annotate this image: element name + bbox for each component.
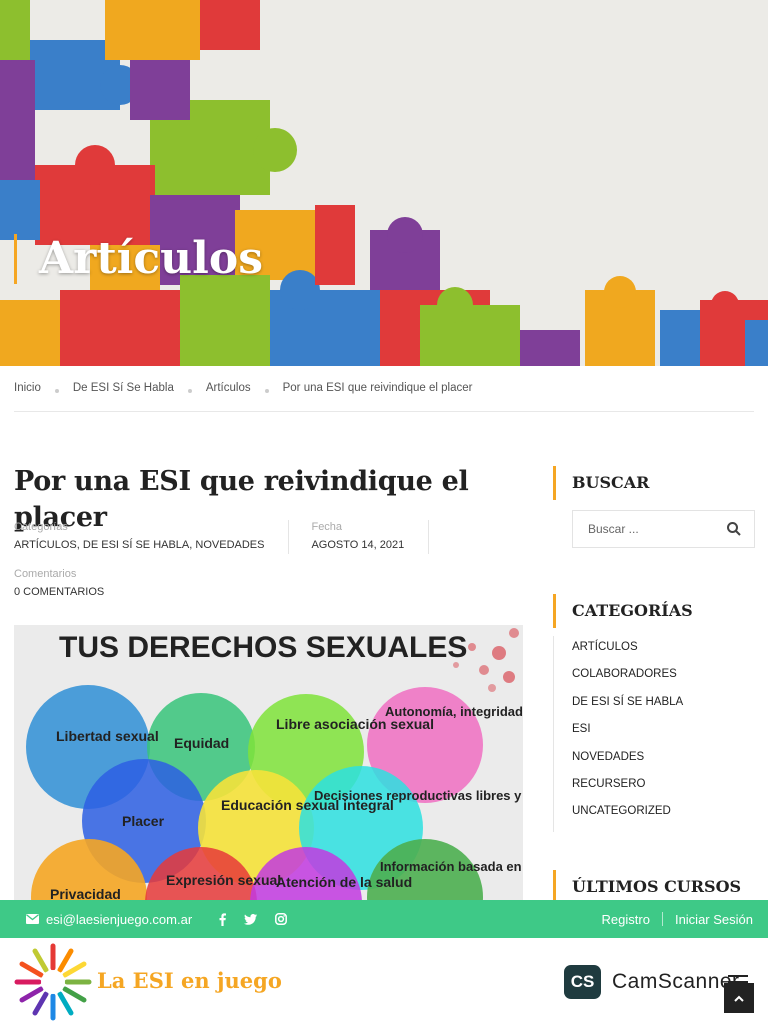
breadcrumb-separator (187, 389, 192, 393)
category-item[interactable]: RECURSERO (572, 773, 755, 800)
meta-categories-label: Categorías (14, 521, 68, 533)
instagram-icon[interactable] (275, 913, 288, 925)
site-logo[interactable] (14, 943, 92, 1021)
camscanner-text: CamScanner (612, 970, 740, 993)
page-hero: Artículos (0, 0, 768, 366)
breadcrumb: Inicio De ESI Sí Se Habla Artículos Por … (14, 380, 754, 412)
bubble-label: Expresión sexual (166, 872, 281, 888)
contact-bar: esi@laesienjuego.com.ar Registro Iniciar… (0, 900, 768, 938)
category-item[interactable]: ARTÍCULOS (572, 636, 755, 663)
category-link[interactable]: ARTÍCULOS (14, 539, 77, 551)
twitter-icon[interactable] (244, 913, 258, 925)
meta-date: Fecha AGOSTO 14, 2021 (289, 520, 430, 554)
category-link[interactable]: NOVEDADES (195, 539, 264, 551)
bubble-label: Equidad (174, 735, 229, 751)
bubble-label: Privacidad (50, 886, 121, 900)
meta-date-value: AGOSTO 14, 2021 (311, 539, 405, 551)
category-item[interactable]: ESI (572, 718, 755, 745)
categories-widget-title: CATEGORÍAS (553, 594, 755, 628)
courses-widget: ÚLTIMOS CURSOS (553, 870, 755, 904)
category-item[interactable]: NOVEDADES (572, 746, 755, 773)
page-title: Artículos (39, 233, 263, 284)
bubble-label: Autonomía, integridad y seguridad del pr… (385, 704, 523, 719)
courses-widget-title: ÚLTIMOS CURSOS (553, 870, 755, 904)
meta-date-label: Fecha (311, 521, 343, 533)
breadcrumb-category[interactable]: Artículos (206, 380, 251, 394)
bubble-label: Placer (122, 813, 165, 829)
category-item[interactable]: DE ESI SÍ SE HABLA (572, 691, 755, 718)
camscanner-badge: CS (564, 965, 601, 999)
breadcrumb-separator (264, 389, 269, 393)
category-link[interactable]: DE ESI SÍ SE HABLA (83, 539, 189, 551)
breadcrumb-home[interactable]: Inicio (14, 380, 41, 394)
chevron-up-icon (734, 995, 744, 1002)
account-links: Registro Iniciar Sesión (602, 912, 753, 927)
envelope-icon (26, 914, 39, 924)
bubble-label: Atención de la salud (276, 874, 412, 890)
meta-comments: Comentarios 0 COMENTARIOS (14, 567, 104, 601)
facebook-icon[interactable] (219, 912, 227, 926)
featured-image: TUS DERECHOS SEXUALES Libertad sexual Eq… (14, 625, 523, 900)
search-placeholder: Buscar ... (588, 522, 639, 536)
breadcrumb-separator (54, 389, 59, 393)
image-title: TUS DERECHOS SEXUALES (59, 631, 467, 664)
email-text: esi@laesienjuego.com.ar (46, 911, 193, 927)
social-links (210, 912, 296, 926)
email-link[interactable]: esi@laesienjuego.com.ar (26, 912, 192, 927)
account-links-separator (661, 912, 663, 926)
category-item[interactable]: COLABORADORES (572, 663, 755, 690)
search-icon[interactable] (726, 521, 742, 537)
breadcrumb-section[interactable]: De ESI Sí Se Habla (73, 380, 174, 394)
bubble-label: Decisiones reproductivas libres y respon… (314, 788, 523, 803)
search-widget-title: BUSCAR (553, 466, 755, 500)
search-input[interactable]: Buscar ... (572, 510, 755, 548)
bubble-label: Libertad sexual (56, 728, 159, 744)
login-link[interactable]: Iniciar Sesión (675, 912, 753, 927)
categories-list: ARTÍCULOS COLABORADORES DE ESI SÍ SE HAB… (553, 636, 755, 832)
puzzle-background (0, 0, 768, 366)
meta-categories-value: ARTÍCULOS, DE ESI SÍ SE HABLA, NOVEDADES (14, 539, 265, 551)
meta-comments-value[interactable]: 0 COMENTARIOS (14, 583, 104, 601)
meta-categories: Categorías ARTÍCULOS, DE ESI SÍ SE HABLA… (14, 520, 290, 554)
camscanner-watermark: CS CamScanner (564, 965, 740, 999)
register-link[interactable]: Registro (602, 912, 650, 927)
scroll-to-top-button[interactable] (724, 983, 754, 1013)
breadcrumb-current: Por una ESI que reivindique el placer (282, 382, 473, 394)
site-header: La ESI en juego CS CamScanner (0, 938, 768, 1024)
post-meta: Categorías ARTÍCULOS, DE ESI SÍ SE HABLA… (14, 520, 430, 554)
sidebar: BUSCAR Buscar ... CATEGORÍAS ARTÍCULOS C… (553, 466, 755, 904)
bubble-label: Información basada en el (380, 859, 523, 874)
categories-widget: CATEGORÍAS ARTÍCULOS COLABORADORES DE ES… (553, 594, 755, 832)
site-name[interactable]: La ESI en juego (97, 968, 282, 993)
meta-comments-label: Comentarios (14, 568, 77, 580)
category-item[interactable]: UNCATEGORIZED (572, 800, 755, 827)
hero-title-block: Artículos (14, 234, 263, 284)
